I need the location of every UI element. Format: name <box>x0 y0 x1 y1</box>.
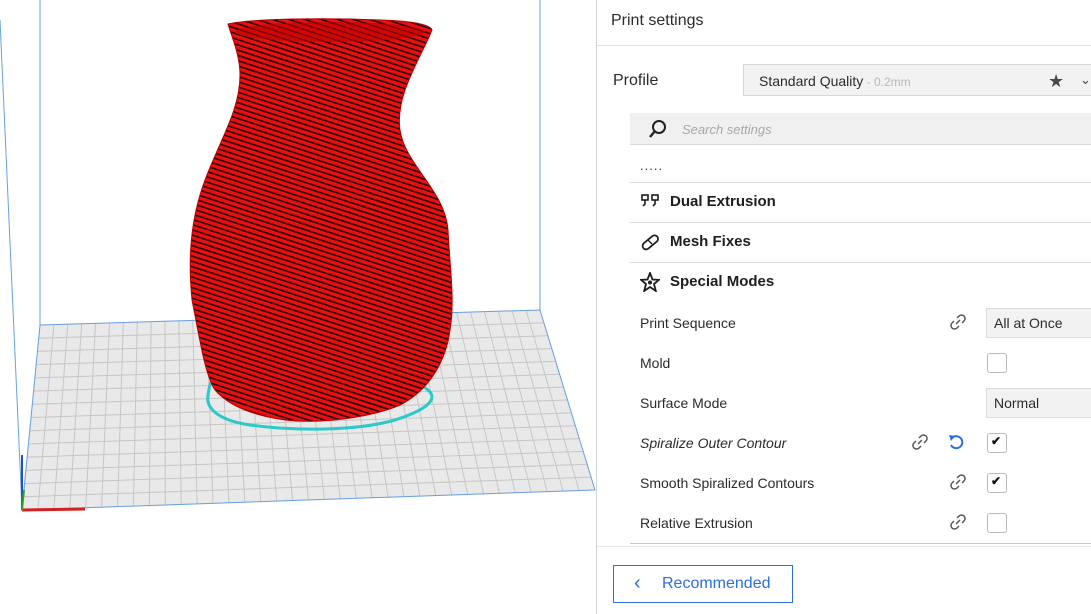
profile-layer-height: - 0.2mm <box>863 75 911 89</box>
vase-rim <box>235 22 425 42</box>
recommended-label: Recommended <box>662 575 771 592</box>
special-modes-icon <box>640 272 660 292</box>
setting-smooth-spiralized-contours: Smooth Spiralized Contours ✔ <box>640 468 1091 498</box>
category-label: Dual Extrusion <box>670 193 776 210</box>
chevron-left-icon: ‹ <box>634 572 641 594</box>
category-special-modes[interactable]: Special Modes <box>630 263 1091 301</box>
surface-mode-dropdown[interactable]: Normal <box>986 388 1091 418</box>
profile-selector[interactable]: Standard Quality - 0.2mm ★ ⌄ <box>743 64 1091 96</box>
category-dual-extrusion[interactable]: Dual Extrusion <box>630 183 1091 221</box>
link-icon[interactable] <box>948 512 968 532</box>
checkmark-icon: ✔ <box>991 434 1002 448</box>
link-icon[interactable] <box>948 472 968 492</box>
setting-label: Smooth Spiralized Contours <box>640 475 815 491</box>
category-mesh-fixes[interactable]: Mesh Fixes <box>630 223 1091 261</box>
mold-checkbox[interactable] <box>987 353 1007 373</box>
setting-spiralize-outer-contour: Spiralize Outer Contour ✔ <box>640 428 1091 458</box>
setting-print-sequence: Print Sequence All at Once <box>640 308 1091 338</box>
recommended-button[interactable]: ‹ Recommended <box>613 565 793 603</box>
spiralize-checkbox[interactable]: ✔ <box>987 433 1007 453</box>
divider <box>630 543 1091 544</box>
relative-extrusion-checkbox[interactable] <box>987 513 1007 533</box>
dropdown-value: All at Once <box>994 315 1063 331</box>
dual-extrusion-icon <box>641 194 659 207</box>
reset-icon[interactable] <box>946 432 966 452</box>
3d-viewport[interactable] <box>0 0 596 614</box>
setting-surface-mode: Surface Mode Normal <box>640 388 1091 418</box>
panel-title: Print settings <box>611 12 704 29</box>
print-sequence-dropdown[interactable]: All at Once <box>986 308 1091 338</box>
checkmark-icon: ✔ <box>991 474 1002 488</box>
vase-model[interactable] <box>189 18 453 422</box>
dropdown-value: Normal <box>994 395 1040 411</box>
setting-label: Mold <box>640 355 671 371</box>
print-settings-panel: Print settings Profile Standard Quality … <box>596 0 1091 614</box>
setting-mold: Mold <box>640 348 1091 378</box>
setting-label: Relative Extrusion <box>640 515 753 531</box>
mesh-fixes-icon <box>641 234 659 251</box>
setting-relative-extrusion: Relative Extrusion <box>640 508 1091 538</box>
category-label: Special Modes <box>670 273 775 290</box>
link-icon[interactable] <box>948 312 968 332</box>
setting-label: Spiralize Outer Contour <box>640 435 787 451</box>
search-icon <box>649 120 666 138</box>
chevron-down-icon[interactable]: ⌄ <box>1080 72 1091 88</box>
search-bar <box>630 113 1091 145</box>
star-icon[interactable]: ★ <box>1048 71 1064 92</box>
divider <box>597 546 1091 547</box>
profile-name: Standard Quality - 0.2mm <box>759 73 911 89</box>
build-volume-scene[interactable] <box>0 0 596 614</box>
category-label: Mesh Fixes <box>670 233 751 250</box>
collapsed-categories-indicator[interactable]: ..... <box>640 158 663 173</box>
smooth-spiralized-checkbox[interactable]: ✔ <box>987 473 1007 493</box>
search-input[interactable] <box>682 117 1062 141</box>
setting-label: Surface Mode <box>640 395 728 411</box>
profile-label: Profile <box>613 72 659 89</box>
link-icon[interactable] <box>910 432 930 452</box>
divider <box>597 45 1091 46</box>
setting-label: Print Sequence <box>640 315 736 331</box>
